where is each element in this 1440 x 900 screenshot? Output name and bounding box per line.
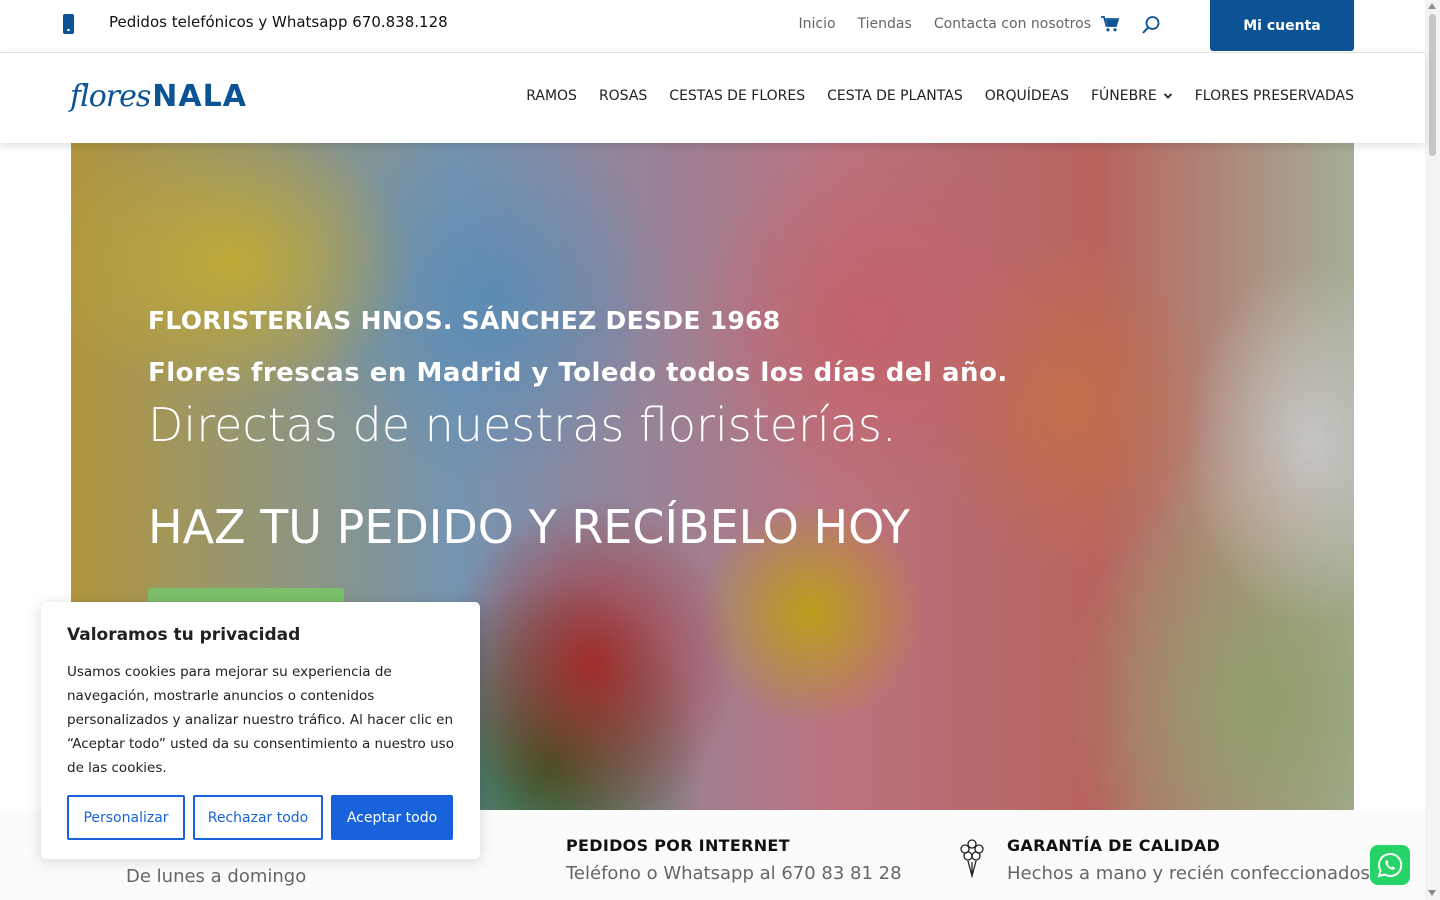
nav-funebre[interactable]: FÚNEBRE — [1091, 88, 1173, 104]
accept-all-button[interactable]: Aceptar todo — [331, 795, 453, 840]
chevron-down-icon — [1163, 93, 1172, 99]
nav-cestas-de-flores[interactable]: CESTAS DE FLORES — [669, 88, 805, 104]
scroll-down-arrow[interactable] — [1428, 890, 1436, 896]
link-tiendas[interactable]: Tiendas — [858, 16, 912, 32]
phone-icon — [63, 14, 74, 34]
feature-online-orders: PEDIDOS POR INTERNET Teléfono o Whatsapp… — [566, 836, 902, 884]
nav-ramos[interactable]: RAMOS — [526, 88, 577, 104]
logo-script: flores — [70, 79, 151, 114]
hero-line: Flores frescas en Madrid y Toledo todos … — [148, 358, 1008, 388]
scroll-thumb[interactable] — [1429, 14, 1436, 156]
scrollbar[interactable] — [1425, 0, 1440, 900]
cookie-text: Usamos cookies para mejorar su experienc… — [67, 664, 454, 776]
whatsapp-button[interactable] — [1370, 845, 1410, 885]
feature-quality: GARANTÍA DE CALIDAD Hechos a mano y reci… — [1007, 836, 1370, 884]
nav-funebre-label: FÚNEBRE — [1090, 88, 1157, 104]
feature-text: De lunes a domingo — [126, 866, 307, 887]
phone-text: Pedidos telefónicos y Whatsapp 670.838.1… — [109, 13, 448, 31]
logo[interactable]: flores NALA — [70, 79, 247, 114]
hero-title: Directas de nuestras floristerías. — [148, 398, 897, 452]
feature-text: Hechos a mano y recién confeccionados — [1007, 863, 1370, 884]
nav-cesta-de-plantas[interactable]: CESTA DE PLANTAS — [827, 88, 963, 104]
main-nav: RAMOS ROSAS CESTAS DE FLORES CESTA DE PL… — [526, 88, 1354, 104]
link-contacta[interactable]: Contacta con nosotros — [934, 16, 1091, 32]
bouquet-icon — [960, 839, 984, 878]
nav-orquideas[interactable]: ORQUÍDEAS — [985, 88, 1069, 104]
search-icon[interactable] — [1141, 15, 1161, 35]
cookie-title: Valoramos tu privacidad — [67, 625, 301, 645]
logo-bold: NALA — [152, 79, 247, 114]
nav-flores-preservadas[interactable]: FLORES PRESERVADAS — [1195, 88, 1354, 104]
hero-cta-text: HAZ TU PEDIDO Y RECÍBELO HOY — [148, 500, 910, 554]
top-links: Inicio Tiendas Contacta con nosotros — [799, 16, 1092, 32]
feature-title: PEDIDOS POR INTERNET — [566, 836, 790, 855]
main-header: flores NALA RAMOS ROSAS CESTAS DE FLORES… — [0, 53, 1425, 143]
scroll-up-arrow[interactable] — [1428, 3, 1436, 9]
nav-rosas[interactable]: ROSAS — [599, 88, 647, 104]
reject-all-button[interactable]: Rechazar todo — [193, 795, 323, 840]
feature-title: GARANTÍA DE CALIDAD — [1007, 836, 1221, 855]
customize-button[interactable]: Personalizar — [67, 795, 185, 840]
link-inicio[interactable]: Inicio — [799, 16, 836, 32]
feature-text: Teléfono o Whatsapp al 670 83 81 28 — [566, 863, 902, 884]
cookie-dialog: Valoramos tu privacidad Usamos cookies p… — [41, 602, 480, 859]
whatsapp-icon — [1377, 852, 1403, 878]
top-bar: Pedidos telefónicos y Whatsapp 670.838.1… — [0, 0, 1425, 53]
hero-subtitle: FLORISTERÍAS HNOS. SÁNCHEZ DESDE 1968 — [148, 306, 781, 335]
cart-icon[interactable] — [1101, 16, 1119, 32]
my-account-button[interactable]: Mi cuenta — [1210, 0, 1354, 51]
